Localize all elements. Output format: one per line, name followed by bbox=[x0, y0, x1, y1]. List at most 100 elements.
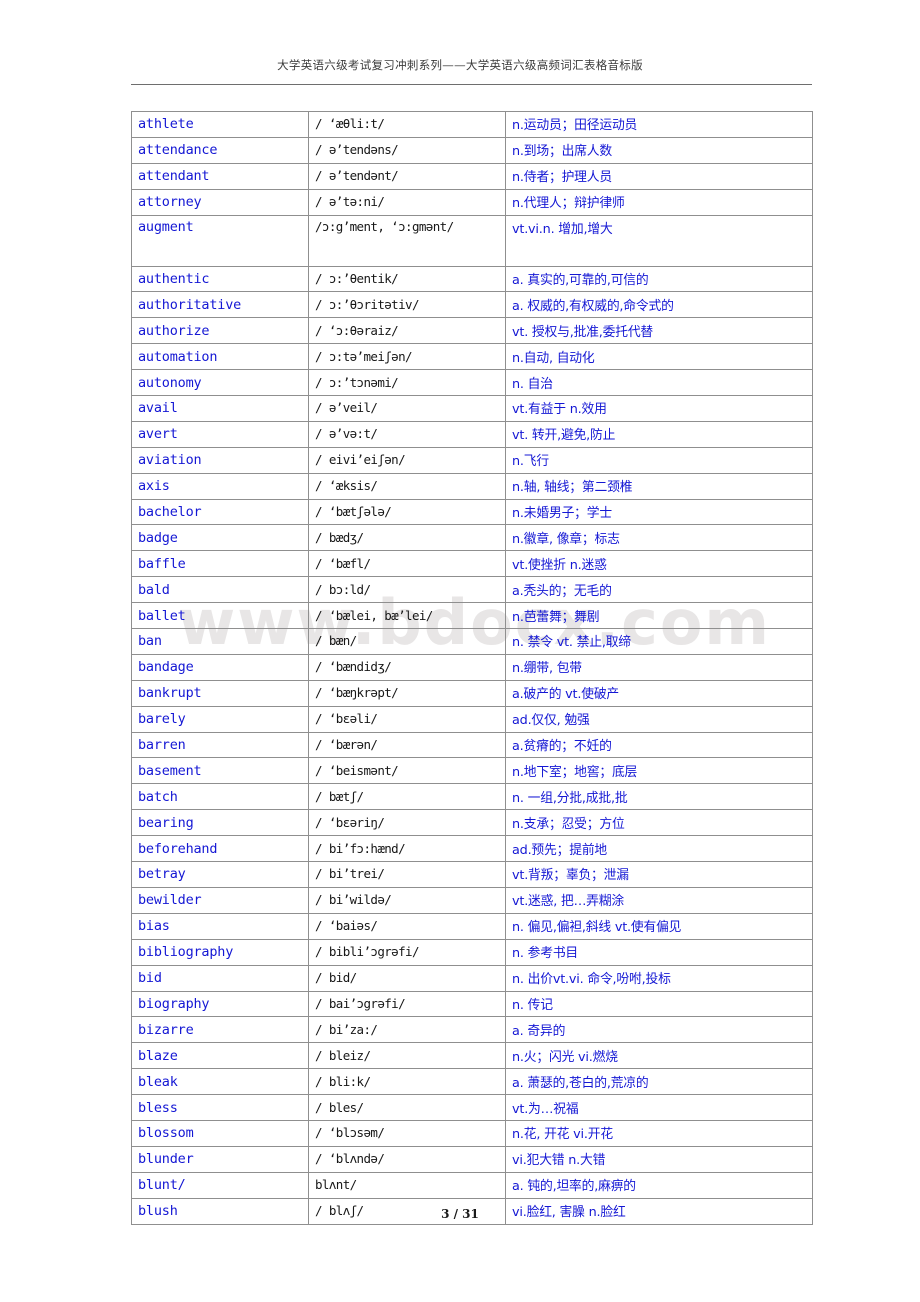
word-definition-cell: a.破产的 vt.使破产 bbox=[505, 679, 813, 707]
phonetic-transcription: / ‘æksis/ bbox=[315, 478, 378, 494]
phonetic-transcription-cell: / eivi’eiʃən/ bbox=[308, 446, 506, 474]
vocabulary-word-cell: bankrupt bbox=[131, 679, 309, 707]
phonetic-transcription: / ‘æθli:t/ bbox=[315, 116, 385, 132]
word-definition-cell: vi.犯大错 n.大错 bbox=[505, 1145, 813, 1173]
word-definition: n.花, 开花 vi.开花 bbox=[512, 1127, 613, 1143]
word-definition-cell: n. 自治 bbox=[505, 369, 813, 397]
vocabulary-word: bias bbox=[138, 918, 170, 935]
phonetic-transcription: / ə’veil/ bbox=[315, 400, 378, 416]
vocabulary-word: automation bbox=[138, 348, 218, 365]
phonetic-transcription: / ɔ:’tɔnəmi/ bbox=[315, 374, 399, 390]
vocabulary-word-cell: bearing bbox=[131, 809, 309, 837]
word-definition: n.运动员；田径运动员 bbox=[512, 118, 638, 134]
table-row: blush / blʌʃ/vi.脸红, 害臊 n.脸红 bbox=[131, 1197, 813, 1225]
vocabulary-word: biography bbox=[138, 995, 210, 1012]
phonetic-transcription-cell: blʌnt/ bbox=[308, 1171, 506, 1199]
vocabulary-word-cell: automation bbox=[131, 343, 309, 371]
vocabulary-word: bachelor bbox=[138, 504, 202, 521]
phonetic-transcription: / ‘beismənt/ bbox=[315, 762, 399, 778]
phonetic-transcription-cell: / ə’tə:ni/ bbox=[308, 188, 506, 216]
phonetic-transcription: / bi’wildə/ bbox=[315, 892, 392, 908]
word-definition-cell: n.绷带, 包带 bbox=[505, 653, 813, 681]
word-definition-cell: a. 奇异的 bbox=[505, 1016, 813, 1044]
word-definition-cell: n. 传记 bbox=[505, 990, 813, 1018]
vocabulary-word: authorize bbox=[138, 322, 210, 339]
word-definition-cell: vt.为…祝福 bbox=[505, 1094, 813, 1121]
phonetic-transcription-cell: / ‘bɛəriŋ/ bbox=[308, 809, 506, 837]
word-definition-cell: vt.vi.n. 增加,增大 bbox=[505, 214, 813, 267]
vocabulary-word: aviation bbox=[138, 452, 202, 469]
phonetic-transcription-cell: / ‘bætʃələ/ bbox=[308, 498, 506, 526]
table-row: baffle / ‘bæfl/vt.使挫折 n.迷惑 bbox=[131, 550, 813, 578]
phonetic-transcription-cell: / bai’ɔgrəfi/ bbox=[308, 990, 506, 1018]
vocabulary-word: bankrupt bbox=[138, 685, 202, 702]
phonetic-transcription-cell: / ‘ɔ:θəraiz/ bbox=[308, 317, 506, 345]
phonetic-transcription-cell: / ‘æksis/ bbox=[308, 472, 506, 500]
phonetic-transcription-cell: / bi’wildə/ bbox=[308, 886, 506, 914]
word-definition-cell: n.侍者；护理人员 bbox=[505, 162, 813, 190]
vocabulary-word-cell: bid bbox=[131, 964, 309, 992]
table-row: barely / ‘bɛəli/ad.仅仅, 勉强 bbox=[131, 705, 813, 733]
word-definition-cell: ad.预先；提前地 bbox=[505, 835, 813, 863]
table-row: automation / ɔ:tə’meiʃən/n.自动, 自动化 bbox=[131, 343, 813, 371]
vocabulary-word: authentic bbox=[138, 271, 210, 287]
vocabulary-word-cell: baffle bbox=[131, 550, 309, 578]
phonetic-transcription-cell: / ‘beismənt/ bbox=[308, 757, 506, 785]
word-definition: n.侍者；护理人员 bbox=[512, 170, 612, 186]
table-row: bias / ‘baiəs/n. 偏见,偏袒,斜线 vt.使有偏见 bbox=[131, 912, 813, 940]
vocabulary-word: bibliography bbox=[138, 944, 234, 961]
phonetic-transcription-cell: / ə’tendənt/ bbox=[308, 162, 506, 190]
table-row: betray / bi’trei/vt.背叛；辜负；泄漏 bbox=[131, 861, 813, 888]
vocabulary-word: bizarre bbox=[138, 1021, 194, 1038]
word-definition: a.秃头的；无毛的 bbox=[512, 583, 612, 599]
phonetic-transcription: / ‘bælei, bæ’lei/ bbox=[315, 607, 433, 623]
vocabulary-word-cell: attendance bbox=[131, 136, 309, 164]
vocabulary-word: attorney bbox=[138, 194, 202, 211]
word-definition-cell: n. 禁令 vt. 禁止,取缔 bbox=[505, 628, 813, 655]
table-row: bless / bles/vt.为…祝福 bbox=[131, 1094, 813, 1121]
phonetic-transcription: / ‘bændidʒ/ bbox=[315, 659, 392, 675]
vocabulary-word-cell: bizarre bbox=[131, 1016, 309, 1044]
word-definition-cell: vt.背叛；辜负；泄漏 bbox=[505, 861, 813, 888]
phonetic-transcription: / ‘bæfl/ bbox=[315, 555, 371, 571]
table-row: badge / bædʒ/n.徽章, 像章；标志 bbox=[131, 524, 813, 552]
phonetic-transcription-cell: / ‘blʌndə/ bbox=[308, 1145, 506, 1173]
word-definition: a. 奇异的 bbox=[512, 1023, 566, 1039]
word-definition: n. 禁令 vt. 禁止,取缔 bbox=[512, 635, 631, 651]
vocabulary-word-cell: beforehand bbox=[131, 835, 309, 863]
word-definition: n. 偏见,偏袒,斜线 vt.使有偏见 bbox=[512, 920, 682, 936]
word-definition-cell: n.代理人；辩护律师 bbox=[505, 188, 813, 216]
phonetic-transcription-cell: / bli:k/ bbox=[308, 1068, 506, 1096]
word-definition-cell: n.支承；忍受；方位 bbox=[505, 809, 813, 837]
table-row: bibliography / bibli’ɔgrəfi/n. 参考书目 bbox=[131, 938, 813, 966]
vocabulary-word-cell: aviation bbox=[131, 446, 309, 474]
word-definition: a.贫瘠的；不妊的 bbox=[512, 739, 612, 755]
word-definition-cell: n. 偏见,偏袒,斜线 vt.使有偏见 bbox=[505, 912, 813, 940]
phonetic-transcription: / ‘blʌndə/ bbox=[315, 1151, 385, 1167]
vocabulary-word-cell: bald bbox=[131, 576, 309, 604]
table-row: bachelor / ‘bætʃələ/n.未婚男子；学士 bbox=[131, 498, 813, 526]
word-definition: n.轴, 轴线；第二颈椎 bbox=[512, 480, 633, 496]
vocabulary-word-cell: avert bbox=[131, 420, 309, 448]
table-row: aviation / eivi’eiʃən/n.飞行 bbox=[131, 446, 813, 474]
phonetic-transcription: / eivi’eiʃən/ bbox=[315, 452, 406, 468]
vocabulary-word-cell: biography bbox=[131, 990, 309, 1018]
word-definition-cell: n.地下室；地窖；底层 bbox=[505, 757, 813, 785]
word-definition: vi.犯大错 n.大错 bbox=[512, 1153, 606, 1169]
word-definition: n.未婚男子；学士 bbox=[512, 506, 612, 522]
word-definition-cell: a.秃头的；无毛的 bbox=[505, 576, 813, 604]
word-definition-cell: n.芭蕾舞；舞剧 bbox=[505, 602, 813, 630]
phonetic-transcription-cell: / bi’fɔ:hænd/ bbox=[308, 835, 506, 863]
phonetic-transcription: / bi’trei/ bbox=[315, 866, 385, 882]
vocabulary-word-cell: bewilder bbox=[131, 886, 309, 914]
table-row: authentic / ɔ:’θentik/a. 真实的,可靠的,可信的 bbox=[131, 265, 813, 293]
word-definition-cell: vi.脸红, 害臊 n.脸红 bbox=[505, 1197, 813, 1225]
phonetic-transcription: / bætʃ/ bbox=[315, 788, 364, 804]
word-definition-cell: n.轴, 轴线；第二颈椎 bbox=[505, 472, 813, 500]
word-definition: vt. 授权与,批准,委托代替 bbox=[512, 324, 654, 340]
phonetic-transcription: / bles/ bbox=[315, 1099, 364, 1115]
word-definition: vt.为…祝福 bbox=[512, 1101, 579, 1117]
page-header: 大学英语六级考试复习冲刺系列——大学英语六级高频词汇表格音标版 bbox=[0, 56, 920, 74]
phonetic-transcription: / bɔ:ld/ bbox=[315, 581, 371, 597]
document-page: 大学英语六级考试复习冲刺系列——大学英语六级高频词汇表格音标版 www.bdoc… bbox=[0, 0, 920, 1302]
